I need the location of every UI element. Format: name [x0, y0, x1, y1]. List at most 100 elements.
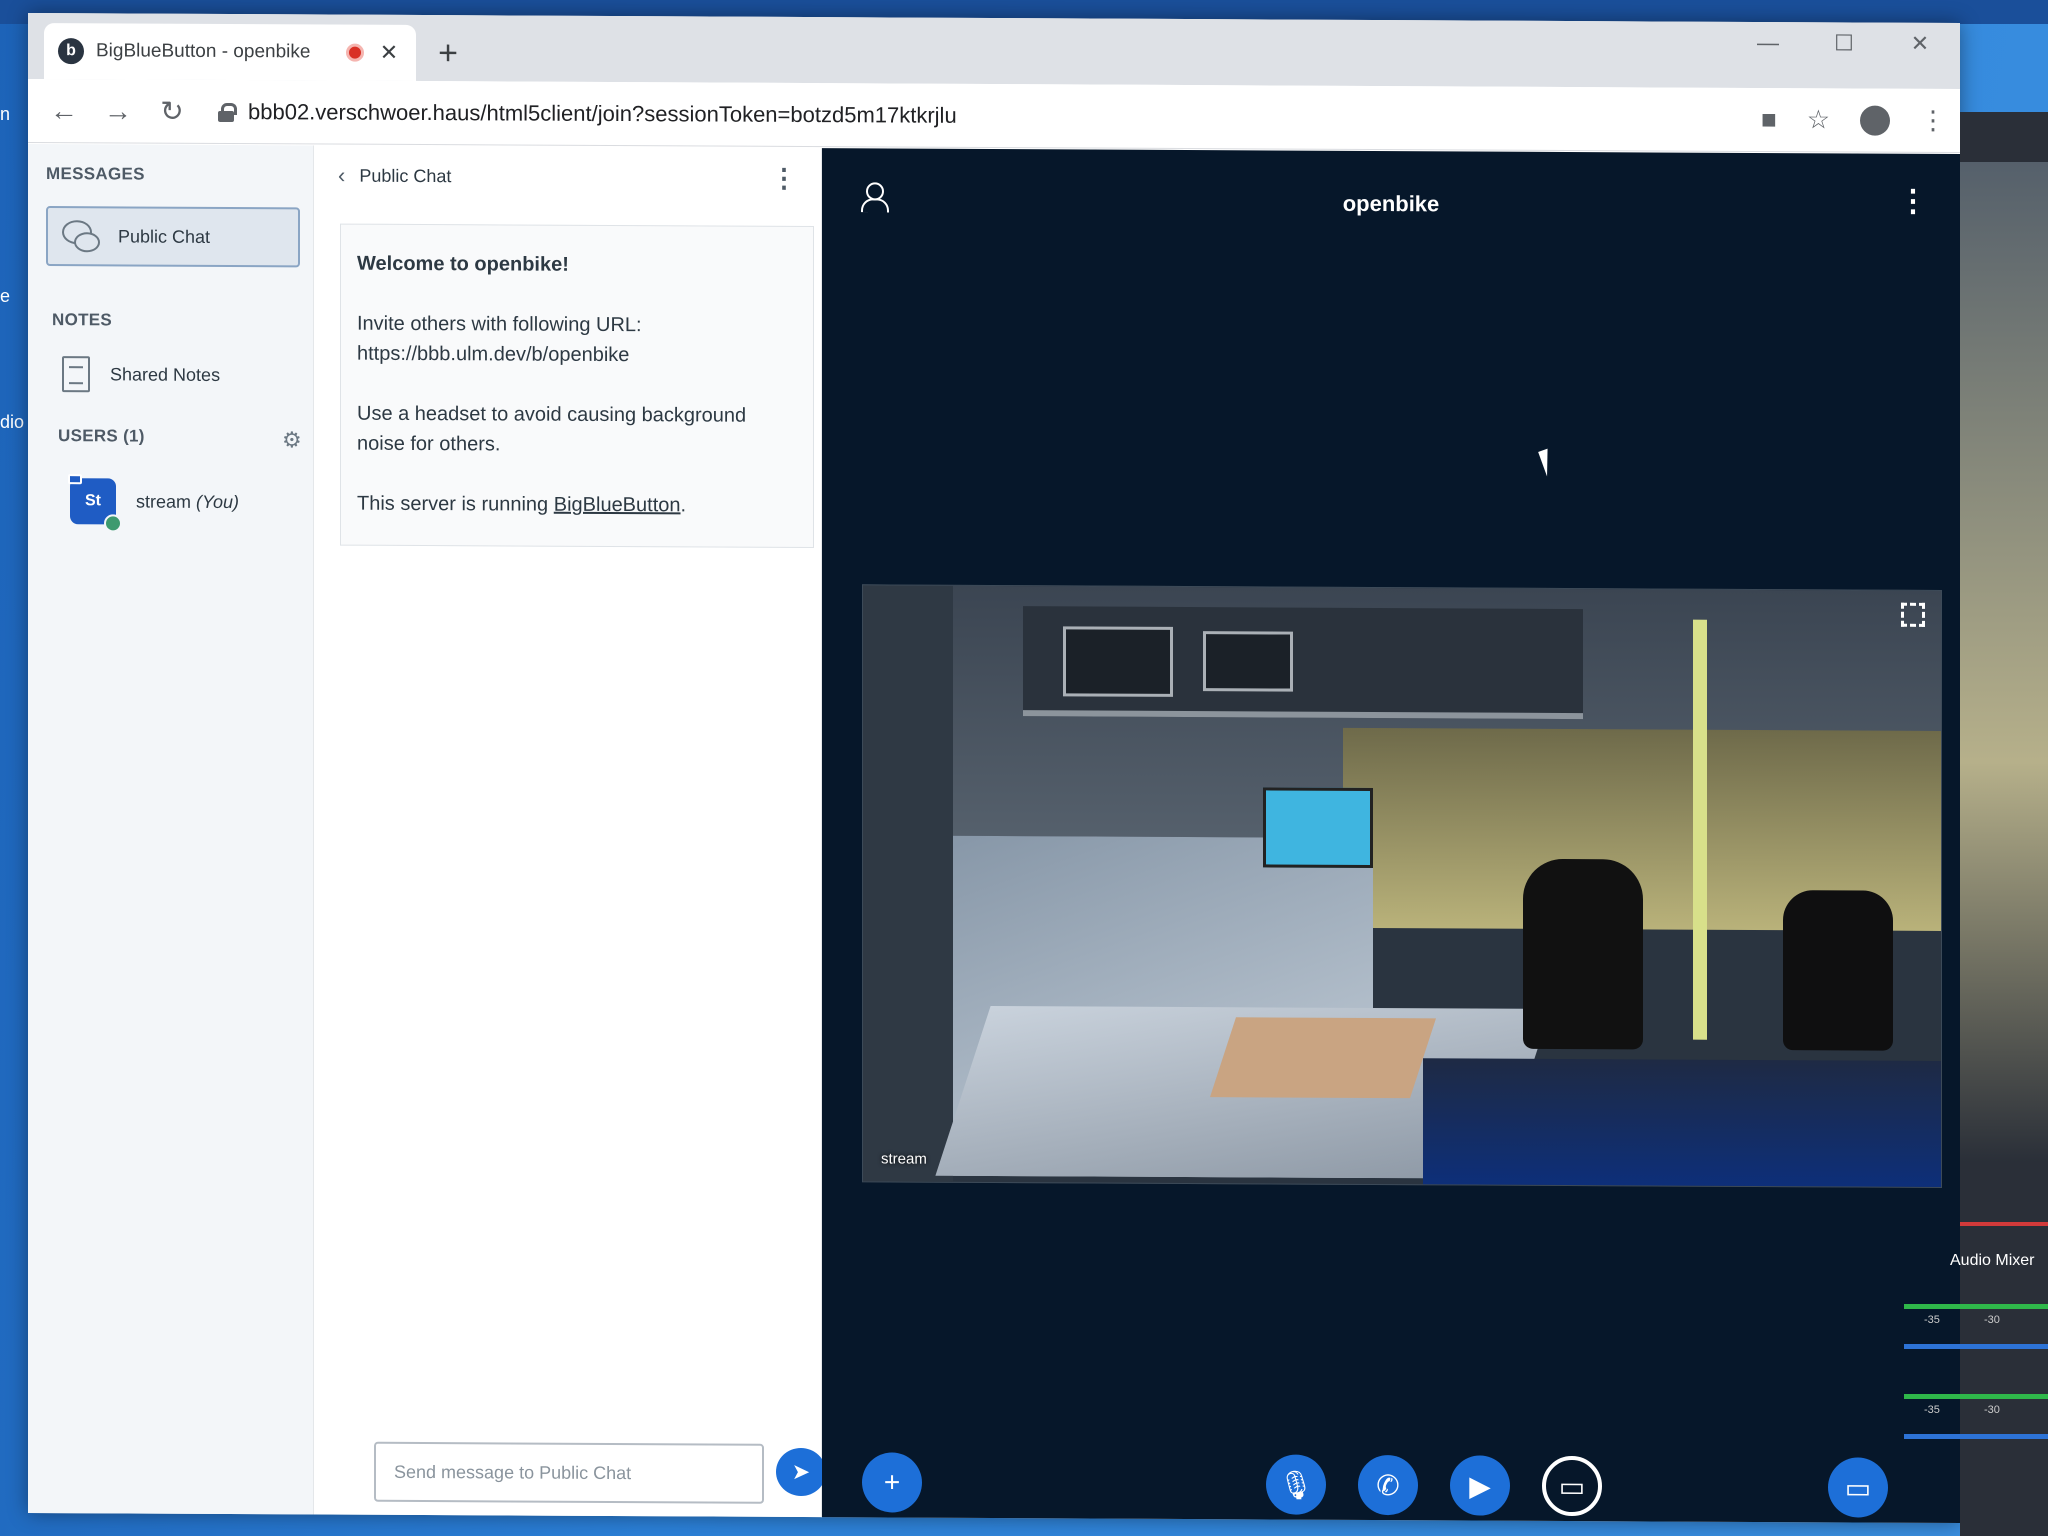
- obs-divider: [1960, 1222, 2048, 1226]
- presentation-icon: ▭: [1844, 1471, 1872, 1504]
- user-list-panel: MESSAGES Public Chat NOTES Shared Notes …: [28, 143, 314, 1515]
- meter-tick: -30: [1984, 1404, 2000, 1416]
- profile-icon[interactable]: [1860, 105, 1890, 136]
- presentation-button[interactable]: ▭: [1828, 1457, 1888, 1518]
- phone-icon: ✆: [1376, 1469, 1400, 1501]
- chat-title[interactable]: Public Chat: [359, 165, 771, 188]
- maximize-button[interactable]: ☐: [1824, 30, 1864, 56]
- welcome-title: Welcome to openbike!: [357, 252, 569, 276]
- video-mat: [1210, 1017, 1436, 1099]
- menu-icon[interactable]: ⋮: [1920, 105, 1946, 136]
- url-text: bbb02.verschwoer.haus/html5client/join?s…: [248, 98, 957, 128]
- bbb-app: MESSAGES Public Chat NOTES Shared Notes …: [28, 143, 1960, 1524]
- window-controls: — ☐ ✕: [1748, 30, 1940, 57]
- tab-strip: b BigBlueButton - openbike ✕ + — ☐ ✕: [28, 12, 1960, 90]
- shared-notes-item[interactable]: Shared Notes: [62, 356, 220, 393]
- user-list-item[interactable]: St stream (You): [68, 474, 240, 533]
- new-tab-button[interactable]: +: [428, 33, 468, 73]
- audio-meter-bar: [1904, 1394, 2048, 1399]
- messages-section-title: MESSAGES: [46, 164, 145, 184]
- camera-icon[interactable]: ■: [1761, 104, 1777, 135]
- back-button[interactable]: ←: [42, 89, 86, 133]
- video-username-label: stream: [881, 1150, 927, 1168]
- avatar-initials: St: [85, 492, 101, 510]
- action-bar: + 🎙 ✆ ▶ ▭ ▭: [822, 1452, 1960, 1518]
- meeting-name: openbike: [1342, 190, 1440, 217]
- audio-meter-bar: [1904, 1304, 2048, 1309]
- user-you-tag: (You): [196, 491, 240, 512]
- notes-section-title: NOTES: [52, 310, 113, 330]
- presenter-icon: [68, 474, 82, 485]
- gear-icon[interactable]: ⚙: [282, 427, 302, 453]
- desktop-label: e: [0, 286, 11, 306]
- leave-audio-button[interactable]: ✆: [1358, 1454, 1418, 1516]
- forward-button[interactable]: →: [96, 89, 140, 133]
- browser-toolbar: ← → ↻ bbb02.verschwoer.haus/html5client/…: [28, 78, 1960, 154]
- video-light-pole: [1693, 619, 1707, 1040]
- public-chat-item[interactable]: Public Chat: [46, 206, 300, 268]
- options-menu-icon[interactable]: ⋮: [1898, 184, 1928, 219]
- bigbluebutton-link[interactable]: BigBlueButton: [554, 494, 681, 517]
- mouse-cursor-icon: [1538, 445, 1566, 477]
- headset-tip: Use a headset to avoid causing backgroun…: [357, 402, 747, 456]
- chat-panel: ‹ Public Chat ⋮ Welcome to openbike! Inv…: [314, 145, 826, 1518]
- video-instrument: [1063, 626, 1173, 697]
- star-icon[interactable]: ☆: [1807, 104, 1830, 135]
- obs-window: [1960, 112, 2048, 1536]
- users-section-title: USERS (1): [58, 426, 145, 446]
- desktop-label: dio: [0, 412, 25, 432]
- invite-line: Invite others with following URL:: [357, 312, 642, 337]
- fullscreen-icon[interactable]: [1901, 602, 1925, 627]
- tab-title: BigBlueButton - openbike: [96, 40, 311, 63]
- desktop-label: n: [0, 104, 11, 124]
- send-message-button[interactable]: ➤: [776, 1447, 826, 1497]
- tab-close-icon[interactable]: ✕: [376, 40, 402, 66]
- server-suffix: .: [680, 494, 687, 517]
- chevron-left-icon[interactable]: ‹: [338, 163, 345, 189]
- video-monitor: [1263, 787, 1373, 868]
- microphone-icon: 🎙: [1278, 1468, 1314, 1501]
- video-floor: [1423, 1058, 1942, 1188]
- minimize-button[interactable]: —: [1748, 30, 1788, 56]
- public-chat-label: Public Chat: [118, 225, 211, 247]
- mute-button[interactable]: 🎙: [1266, 1454, 1326, 1515]
- invite-block: Invite others with following URL: https:…: [357, 309, 797, 371]
- address-bar[interactable]: bbb02.verschwoer.haus/html5client/join?s…: [204, 89, 1751, 141]
- close-window-button[interactable]: ✕: [1900, 31, 1940, 57]
- chat-header: ‹ Public Chat ⋮: [314, 145, 821, 208]
- send-icon: ➤: [791, 1458, 811, 1485]
- chat-message-input[interactable]: Send message to Public Chat: [374, 1441, 764, 1504]
- bbb-favicon-icon: b: [58, 38, 84, 65]
- plus-icon: +: [883, 1466, 901, 1498]
- share-screen-button[interactable]: ▭: [1542, 1455, 1602, 1517]
- audio-meter-bar: [1904, 1344, 2048, 1349]
- main-presentation-area: openbike ⋮ stream + 🎙 ✆ ▶ ▭ ▭: [822, 148, 1960, 1524]
- video-chair: [1783, 890, 1893, 1051]
- screen-share-icon: ▭: [1558, 1470, 1586, 1502]
- chat-input-placeholder: Send message to Public Chat: [394, 1461, 632, 1483]
- chat-options-icon[interactable]: ⋮: [771, 163, 797, 193]
- meter-tick: -35: [1924, 1404, 1940, 1416]
- reload-button[interactable]: ↻: [150, 89, 194, 133]
- notes-icon: [62, 356, 90, 393]
- chat-icon: [62, 220, 98, 252]
- browser-tab[interactable]: b BigBlueButton - openbike ✕: [44, 23, 416, 81]
- toolbar-actions: ■ ☆ ⋮: [1761, 104, 1946, 136]
- actions-plus-button[interactable]: +: [862, 1452, 922, 1513]
- video-cabinet: [863, 585, 953, 1184]
- welcome-message: Welcome to openbike! Invite others with …: [340, 223, 814, 549]
- recording-indicator-icon: [346, 43, 364, 62]
- video-chair: [1523, 858, 1643, 1050]
- webcam-video[interactable]: stream: [862, 584, 1942, 1188]
- share-webcam-button[interactable]: ▶: [1450, 1455, 1510, 1516]
- audio-mixer-label: Audio Mixer: [1950, 1252, 2035, 1269]
- browser-window: b BigBlueButton - openbike ✕ + — ☐ ✕ ← →…: [28, 12, 1960, 1524]
- invite-url: https://bbb.ulm.dev/b/openbike: [357, 342, 630, 367]
- meter-tick: -30: [1984, 1314, 2000, 1326]
- avatar: St: [68, 474, 122, 533]
- server-prefix: This server is running: [357, 492, 554, 516]
- lock-icon[interactable]: [218, 102, 234, 120]
- user-name-text: stream: [136, 491, 192, 512]
- shared-notes-label: Shared Notes: [110, 363, 221, 385]
- video-instrument: [1203, 631, 1293, 692]
